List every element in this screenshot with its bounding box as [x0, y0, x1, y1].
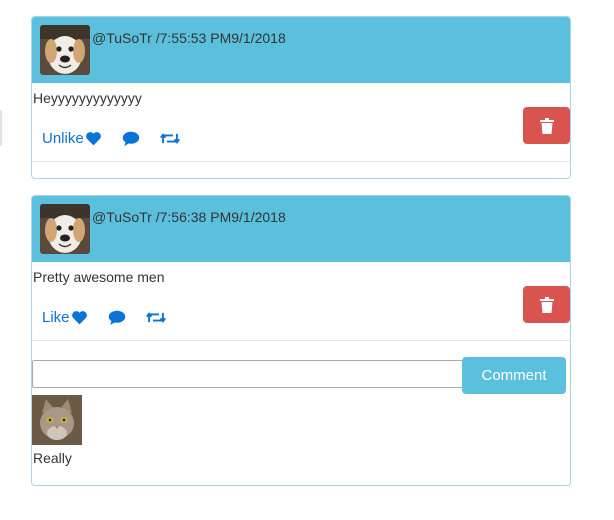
dog-avatar	[40, 25, 90, 75]
post-divider	[32, 340, 570, 341]
post-header: @TuSoTr /7:56:38 PM9/1/2018	[32, 196, 570, 262]
unlike-button[interactable]: Unlike	[42, 130, 102, 147]
comment-text: Really	[33, 450, 72, 466]
post-card: @TuSoTr /7:56:38 PM9/1/2018 Pretty aweso…	[31, 195, 571, 486]
retweet-icon	[159, 132, 180, 144]
comment-icon	[122, 131, 139, 146]
dog-avatar	[40, 204, 90, 254]
like-button[interactable]: Like	[42, 309, 88, 326]
post-text: Pretty awesome men	[33, 269, 165, 285]
post-actions: Unlike	[42, 127, 180, 149]
post-text: Heyyyyyyyyyyyyy	[33, 90, 142, 106]
comment-button[interactable]	[122, 131, 140, 146]
retweet-button[interactable]	[145, 310, 166, 325]
like-label: Like	[42, 308, 70, 326]
cat-avatar	[32, 395, 82, 445]
post-divider	[32, 161, 570, 162]
retweet-icon	[145, 311, 166, 323]
edge-scroll-marker	[0, 110, 2, 146]
post-meta: @TuSoTr /7:55:53 PM9/1/2018	[92, 30, 286, 46]
post-actions: Like	[42, 306, 166, 328]
heart-icon	[85, 131, 101, 145]
trash-icon	[539, 117, 554, 134]
delete-button[interactable]	[523, 286, 570, 323]
comment-submit-button[interactable]: Comment	[462, 357, 566, 394]
like-label: Unlike	[42, 129, 84, 147]
trash-icon	[539, 296, 554, 313]
post-header: @TuSoTr /7:55:53 PM9/1/2018	[32, 17, 570, 83]
comment-input[interactable]	[32, 360, 470, 388]
heart-icon	[71, 310, 87, 324]
post-meta: @TuSoTr /7:56:38 PM9/1/2018	[92, 209, 286, 225]
retweet-button[interactable]	[159, 131, 180, 146]
comment-icon	[108, 310, 125, 325]
comment-button[interactable]	[108, 310, 126, 325]
delete-button[interactable]	[523, 107, 570, 144]
post-card: @TuSoTr /7:55:53 PM9/1/2018 Heyyyyyyyyyy…	[31, 16, 571, 179]
